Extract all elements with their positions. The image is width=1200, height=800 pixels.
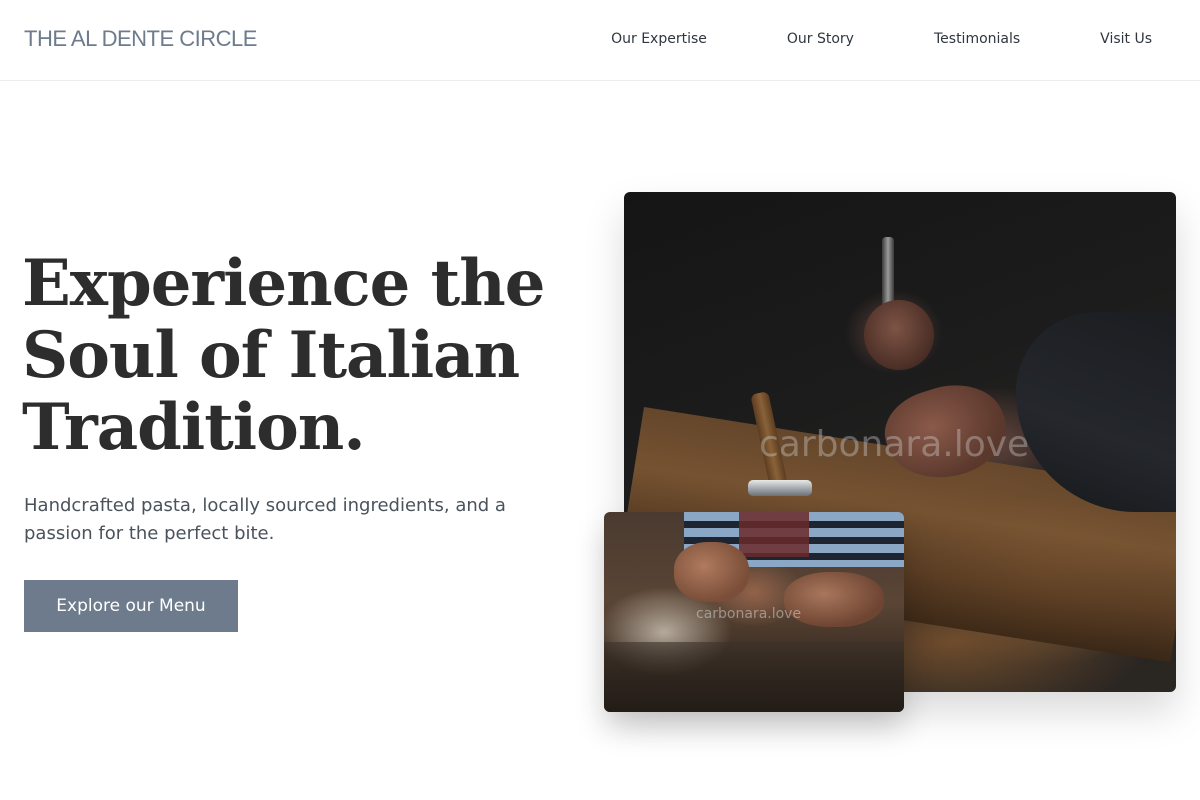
left-arm-shape (674, 542, 749, 602)
right-arm-shape (784, 572, 884, 627)
main-nav: Our Expertise Our Story Testimonials Vis… (611, 31, 1152, 47)
nav-link-visit-us[interactable]: Visit Us (1100, 31, 1152, 47)
explore-menu-button[interactable]: Explore our Menu (24, 580, 238, 632)
top-navbar: THE AL DENTE CIRCLE Our Expertise Our St… (0, 0, 1200, 81)
hero-title: Experience the Soul of Italian Tradition… (22, 248, 582, 464)
hero-secondary-image: carbonara.love (604, 512, 904, 712)
hero-subtitle: Handcrafted pasta, locally sourced ingre… (24, 495, 506, 544)
upper-hand-shape (864, 300, 934, 370)
nav-link-our-story[interactable]: Our Story (787, 31, 854, 47)
brand-logo[interactable]: THE AL DENTE CIRCLE (24, 26, 257, 52)
apron-shape (739, 512, 809, 557)
hammer-head-shape (748, 480, 812, 496)
foreground-blur-shape (604, 642, 904, 712)
nav-link-our-expertise[interactable]: Our Expertise (611, 31, 707, 47)
hero-title-line-1: Experience the (22, 246, 545, 321)
nav-link-testimonials[interactable]: Testimonials (934, 31, 1020, 47)
hero-title-line-3: Tradition. (22, 390, 366, 465)
hero-title-line-2: Soul of Italian (22, 318, 520, 393)
